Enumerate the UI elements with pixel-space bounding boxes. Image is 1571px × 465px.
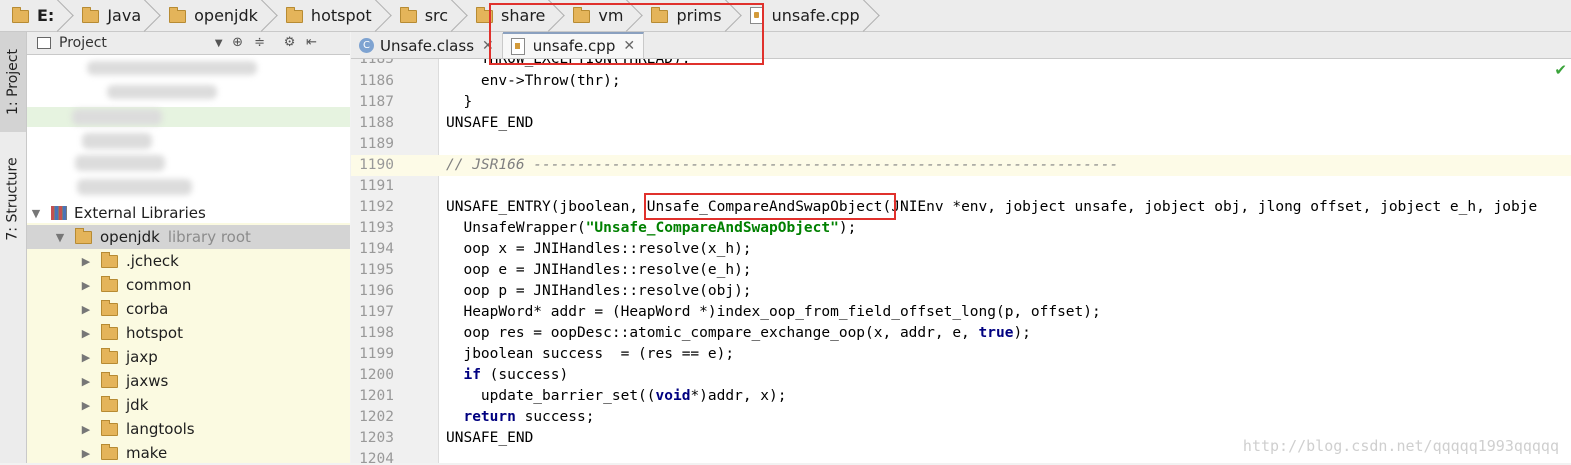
collapsed-arrow-icon[interactable]: ▶ bbox=[77, 447, 95, 460]
code-text: oop res = oopDesc::atomic_compare_exchan… bbox=[446, 325, 1031, 341]
redacted-region bbox=[77, 179, 192, 195]
code-line[interactable]: 1186 env->Throw(thr); bbox=[351, 71, 1571, 92]
folder-icon bbox=[101, 347, 118, 364]
tree-item-corba[interactable]: ▶ corba bbox=[77, 297, 168, 321]
expanded-arrow-icon[interactable]: ▼ bbox=[27, 207, 45, 220]
locate-icon[interactable]: ⊕ bbox=[231, 36, 245, 50]
breadcrumb-item-java[interactable]: Java bbox=[70, 0, 147, 31]
collapsed-arrow-icon[interactable]: ▶ bbox=[77, 279, 95, 292]
project-view-selector[interactable]: Project bbox=[59, 35, 107, 51]
code-line[interactable]: 1191 bbox=[351, 176, 1571, 197]
redacted-region bbox=[72, 109, 162, 125]
collapsed-arrow-icon[interactable]: ▶ bbox=[77, 303, 95, 316]
code-text: if (success) bbox=[463, 367, 569, 383]
project-tree: ▼ External Libraries ▼ openjdk library r… bbox=[27, 55, 350, 463]
folder-icon bbox=[285, 7, 303, 23]
tree-item-make[interactable]: ▶ make bbox=[77, 441, 167, 465]
project-view-icon bbox=[37, 37, 51, 49]
tree-item-openjdk[interactable]: ▼ openjdk library root bbox=[27, 225, 350, 249]
chevron-down-icon[interactable]: ▼ bbox=[215, 38, 223, 49]
class-file-icon: C bbox=[359, 38, 374, 53]
code-line[interactable]: 1194 oop x = JNIHandles::resolve(x_h); bbox=[351, 239, 1571, 260]
redacted-region bbox=[87, 61, 257, 75]
code-line[interactable]: 1200 if (success) bbox=[351, 365, 1571, 386]
expanded-arrow-icon[interactable]: ▼ bbox=[51, 231, 69, 244]
breadcrumb-item-src[interactable]: src bbox=[388, 0, 454, 31]
folder-icon bbox=[101, 323, 118, 340]
folder-icon bbox=[101, 395, 118, 412]
collapsed-arrow-icon[interactable]: ▶ bbox=[77, 351, 95, 364]
annotation-box-function bbox=[644, 193, 896, 220]
tree-item-langtools[interactable]: ▶ langtools bbox=[77, 417, 195, 441]
tree-item-external-libraries[interactable]: ▼ External Libraries bbox=[27, 201, 206, 225]
code-line[interactable]: 1193 UnsafeWrapper("Unsafe_CompareAndSwa… bbox=[351, 218, 1571, 239]
gear-icon[interactable]: ⚙ bbox=[283, 36, 297, 50]
code-text: UNSAFE_ENTRY(jboolean, Unsafe_CompareAnd… bbox=[446, 199, 1538, 215]
code-line[interactable]: 1189 bbox=[351, 134, 1571, 155]
hide-panel-icon[interactable]: ⇤ bbox=[305, 36, 319, 50]
folder-icon bbox=[399, 7, 417, 23]
code-line-current[interactable]: 1190// JSR166 --------------------------… bbox=[351, 155, 1571, 176]
tree-item-jaxp[interactable]: ▶ jaxp bbox=[77, 345, 158, 369]
project-tool-tab[interactable]: 1: Project bbox=[0, 32, 26, 132]
redacted-region bbox=[82, 133, 152, 149]
collapse-all-icon[interactable]: ≑ bbox=[253, 36, 267, 50]
folder-icon bbox=[82, 7, 100, 23]
collapsed-arrow-icon[interactable]: ▶ bbox=[77, 423, 95, 436]
code-line[interactable]: 1201 update_barrier_set((void*)addr, x); bbox=[351, 386, 1571, 407]
folder-icon bbox=[169, 7, 187, 23]
redacted-region bbox=[107, 85, 217, 99]
folder-icon bbox=[101, 299, 118, 316]
code-line[interactable]: 1202 return success; bbox=[351, 407, 1571, 428]
navigation-breadcrumb: E: Java openjdk hotspot src share vm pri… bbox=[0, 0, 1571, 32]
code-line[interactable]: 1197 HeapWord* addr = (HeapWord *)index_… bbox=[351, 302, 1571, 323]
redacted-region bbox=[75, 155, 165, 171]
code-line[interactable]: 1187 } bbox=[351, 92, 1571, 113]
collapsed-arrow-icon[interactable]: ▶ bbox=[77, 399, 95, 412]
breadcrumb-item-openjdk[interactable]: openjdk bbox=[157, 0, 264, 31]
code-editor[interactable]: 1185 THROW_EXCEPTION(THREAD); 1186 env->… bbox=[351, 59, 1571, 463]
code-line[interactable]: 1198 oop res = oopDesc::atomic_compare_e… bbox=[351, 323, 1571, 344]
project-panel-header: Project ▼ ⊕ ≑ ⚙ ⇤ bbox=[27, 32, 350, 55]
folder-icon bbox=[101, 251, 118, 268]
breadcrumb-item-drive[interactable]: E: bbox=[0, 0, 60, 31]
code-line[interactable]: 1199 jboolean success = (res == e); bbox=[351, 344, 1571, 365]
tree-item-jaxws[interactable]: ▶ jaxws bbox=[77, 369, 168, 393]
tree-item-common[interactable]: ▶ common bbox=[77, 273, 191, 297]
folder-icon bbox=[101, 419, 118, 436]
code-line[interactable]: 1188 UNSAFE_END bbox=[351, 113, 1571, 134]
folder-icon bbox=[12, 7, 29, 23]
collapsed-arrow-icon[interactable]: ▶ bbox=[77, 327, 95, 340]
code-text: update_barrier_set((void*)addr, x); bbox=[446, 388, 787, 404]
annotation-box-path bbox=[489, 3, 764, 65]
code-line[interactable]: 1195 oop e = JNIHandles::resolve(e_h); bbox=[351, 260, 1571, 281]
code-text: return success; bbox=[463, 409, 595, 425]
library-icon bbox=[51, 206, 67, 220]
code-line[interactable]: 1192 UNSAFE_ENTRY(jboolean, Unsafe_Compar… bbox=[351, 197, 1571, 218]
collapsed-arrow-icon[interactable]: ▶ bbox=[77, 255, 95, 268]
tree-item-jdk[interactable]: ▶ jdk bbox=[77, 393, 148, 417]
code-line[interactable]: 1196 oop p = JNIHandles::resolve(obj); bbox=[351, 281, 1571, 302]
folder-icon bbox=[101, 443, 118, 460]
tree-item-hotspot[interactable]: ▶ hotspot bbox=[77, 321, 183, 345]
tool-window-strip: 1: Project 7: Structure bbox=[0, 32, 27, 463]
code-text: UnsafeWrapper("Unsafe_CompareAndSwapObje… bbox=[446, 220, 857, 236]
watermark: http://blog.csdn.net/qqqqq1993qqqqq bbox=[1242, 437, 1559, 455]
structure-tool-tab[interactable]: 7: Structure bbox=[0, 144, 26, 254]
folder-icon bbox=[75, 227, 92, 244]
tree-item-jcheck[interactable]: ▶ .jcheck bbox=[77, 249, 179, 273]
breadcrumb-item-hotspot[interactable]: hotspot bbox=[274, 0, 378, 31]
folder-icon bbox=[101, 371, 118, 388]
tab-unsafe-class[interactable]: C Unsafe.class ✕ bbox=[351, 33, 503, 58]
folder-icon bbox=[101, 275, 118, 292]
checkmark-icon: ✔ bbox=[1554, 61, 1567, 79]
collapsed-arrow-icon[interactable]: ▶ bbox=[77, 375, 95, 388]
